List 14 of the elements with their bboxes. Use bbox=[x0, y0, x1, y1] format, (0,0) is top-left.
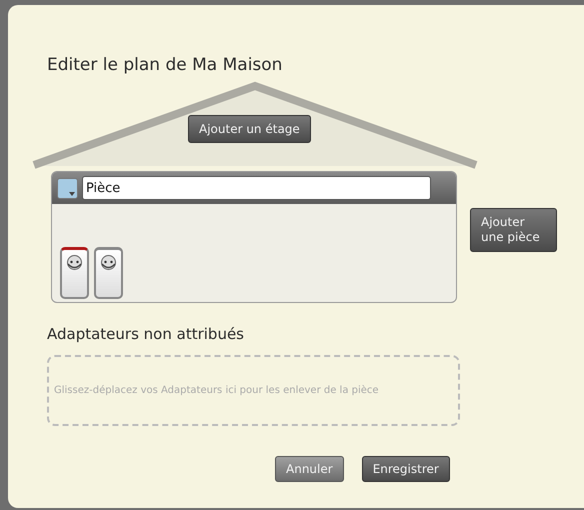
socket-icon bbox=[100, 255, 117, 270]
drop-hint: Glissez-déplacez vos Adaptateurs ici pour les enlever de la pièce bbox=[54, 385, 379, 396]
socket-icon bbox=[66, 255, 83, 270]
adapter[interactable] bbox=[94, 247, 123, 299]
dialog-title: Editer le plan de Ma Maison bbox=[47, 55, 284, 77]
caret-icon bbox=[69, 192, 75, 196]
save-button[interactable]: Enregistrer bbox=[362, 456, 450, 482]
section-title: Adaptateurs non attribués bbox=[47, 325, 245, 345]
color-picker[interactable] bbox=[57, 178, 78, 198]
cancel-button[interactable]: Annuler bbox=[275, 456, 344, 482]
add-floor-button[interactable]: Ajouter un étage bbox=[188, 115, 311, 143]
add-room-button[interactable]: Ajouter une pièce bbox=[470, 208, 557, 252]
room-name-field[interactable]: Pièce bbox=[82, 176, 431, 200]
adapter[interactable] bbox=[60, 247, 89, 299]
